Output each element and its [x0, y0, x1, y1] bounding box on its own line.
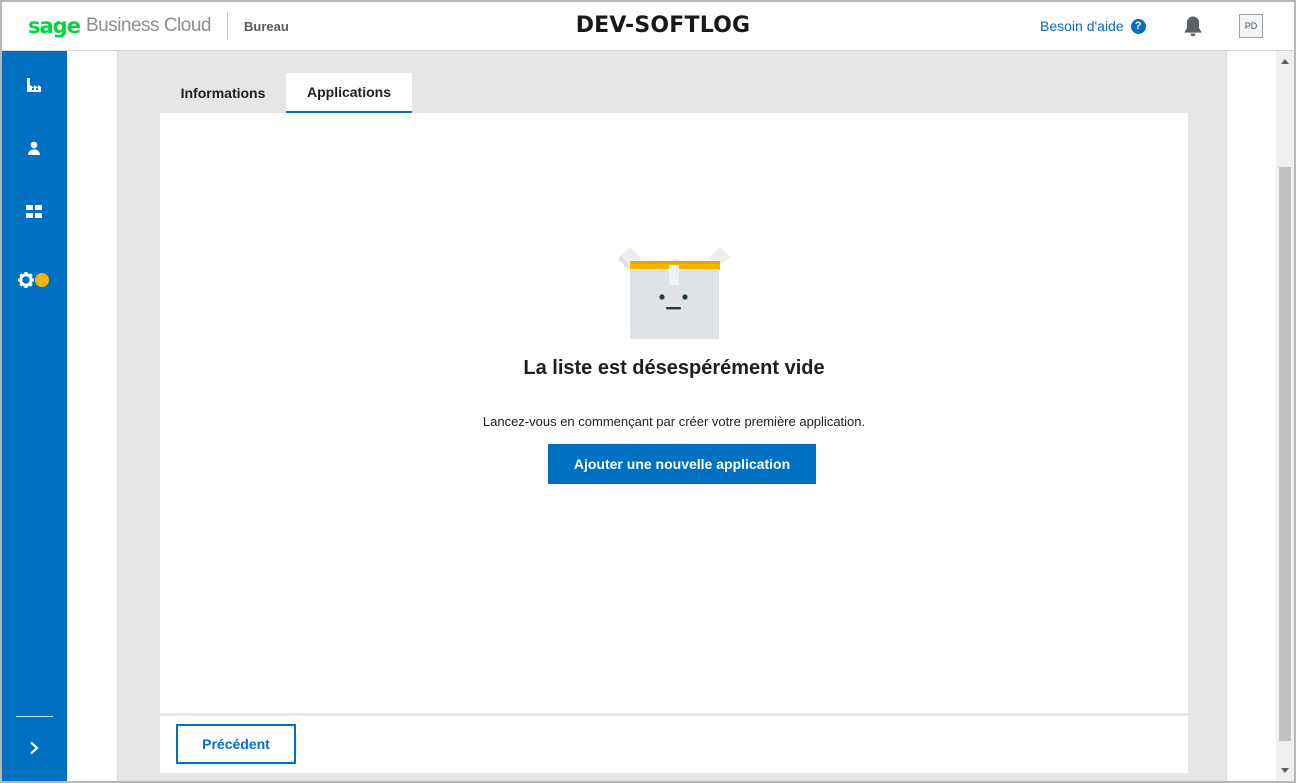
sidebar-expand-button[interactable] [0, 728, 67, 768]
user-icon [27, 141, 40, 155]
sidebar-item-users[interactable] [0, 128, 67, 168]
empty-box-illustration [617, 247, 733, 339]
sidebar-item-apps[interactable] [0, 192, 67, 232]
avatar[interactable]: PD [1239, 14, 1263, 38]
gear-icon [17, 272, 49, 288]
scroll-down-icon[interactable] [1276, 762, 1294, 779]
scroll-up-icon[interactable] [1276, 53, 1294, 70]
factory-icon [26, 78, 41, 92]
top-header: sage Business Cloud Bureau DEV-SOFTLOG B… [0, 0, 1296, 51]
panel-footer [160, 713, 1188, 773]
chevron-right-icon [29, 741, 39, 755]
tab-applications[interactable]: Applications [286, 73, 412, 113]
applications-panel [160, 113, 1188, 713]
sidebar-item-business[interactable] [0, 65, 67, 105]
add-application-button[interactable]: Ajouter une nouvelle application [548, 444, 816, 484]
content-margin-left [67, 51, 118, 783]
help-link[interactable]: Besoin d'aide ? [1040, 18, 1146, 34]
content-margin-right [1226, 51, 1268, 783]
previous-button[interactable]: Précédent [176, 724, 296, 764]
bell-icon[interactable] [1183, 15, 1203, 37]
sidebar-divider [16, 716, 53, 717]
tab-informations[interactable]: Informations [160, 73, 286, 113]
help-label: Besoin d'aide [1040, 18, 1124, 34]
sidebar-item-settings[interactable] [0, 260, 67, 300]
help-question-icon: ? [1130, 18, 1146, 34]
apps-grid-icon [25, 205, 42, 218]
vertical-scrollbar[interactable] [1276, 51, 1294, 781]
empty-state-title: La liste est désespérément vide [523, 357, 825, 379]
empty-state-description: Lancez-vous en commençant par créer votr… [482, 414, 866, 429]
notification-dot-icon [34, 273, 49, 287]
scroll-thumb[interactable] [1279, 167, 1291, 741]
sidebar [0, 51, 67, 783]
